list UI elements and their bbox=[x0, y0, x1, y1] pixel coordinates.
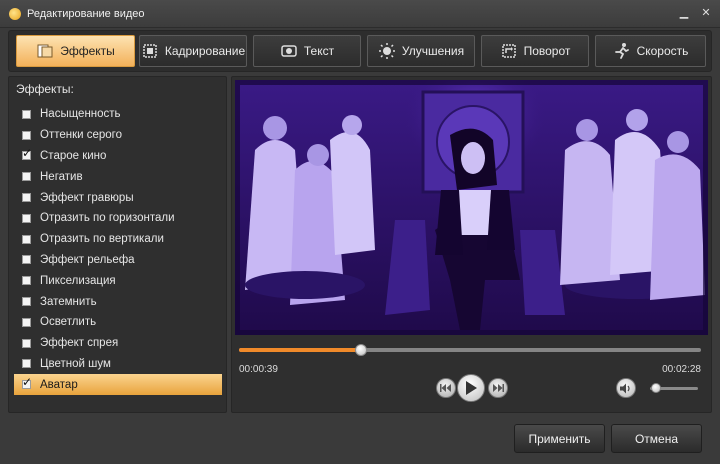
tab-text[interactable]: Текст bbox=[253, 35, 361, 67]
timeline-progress bbox=[239, 348, 362, 352]
effect-checkbox[interactable] bbox=[22, 297, 31, 307]
effects-panel: Эффекты: Насыщенность Оттенки серого Старо… bbox=[8, 76, 227, 413]
effect-label: Затемнить bbox=[40, 295, 97, 308]
timeline-slider[interactable] bbox=[239, 344, 701, 356]
window-title: Редактирование видео bbox=[27, 8, 145, 20]
tab-label: Кадрирование bbox=[164, 44, 246, 58]
effect-item[interactable]: Аватар bbox=[14, 374, 222, 396]
effect-checkbox[interactable] bbox=[22, 130, 31, 140]
rotate-icon bbox=[501, 44, 516, 58]
total-time: 00:02:28 bbox=[662, 364, 701, 375]
effect-item[interactable]: Затемнить bbox=[14, 291, 222, 312]
effects-list: Насыщенность Оттенки серого Старое кино Нег… bbox=[14, 104, 222, 396]
timeline-handle[interactable] bbox=[355, 344, 368, 356]
rewind-icon bbox=[440, 384, 451, 392]
effect-label: Эффект гравюры bbox=[40, 191, 134, 204]
cancel-button[interactable]: Отмена bbox=[611, 424, 702, 453]
effect-item[interactable]: Отразить по горизонтали bbox=[14, 208, 222, 229]
tab-label: Эффекты bbox=[60, 44, 115, 58]
effect-label: Цветной шум bbox=[40, 357, 111, 370]
speaker-icon bbox=[620, 383, 630, 393]
effect-label: Отразить по вертикали bbox=[40, 233, 164, 246]
effect-checkbox[interactable] bbox=[22, 359, 31, 369]
effect-item[interactable]: Эффект гравюры bbox=[14, 187, 222, 208]
effect-checkbox[interactable] bbox=[22, 109, 31, 119]
effect-checkbox[interactable] bbox=[22, 338, 31, 348]
video-preview bbox=[235, 80, 708, 335]
next-button[interactable] bbox=[488, 378, 508, 398]
tab-label: Скорость bbox=[636, 44, 689, 58]
editor-tabs: Эффекты Кадрирование Текст Улучшения Пов… bbox=[8, 30, 712, 72]
effect-item[interactable]: Оттенки серого bbox=[14, 125, 222, 146]
effects-icon bbox=[37, 44, 53, 58]
tab-crop[interactable]: Кадрирование bbox=[139, 35, 247, 67]
close-button[interactable]: ✕ bbox=[699, 6, 713, 20]
effect-label: Эффект спрея bbox=[40, 337, 119, 350]
enhance-icon bbox=[378, 43, 395, 59]
title-bar: Редактирование видео ▁ ✕ bbox=[0, 0, 720, 28]
effect-checkbox[interactable] bbox=[22, 255, 31, 265]
speed-icon bbox=[614, 43, 629, 59]
effect-checkbox[interactable] bbox=[22, 234, 31, 244]
effect-checkbox[interactable] bbox=[22, 172, 31, 182]
minimize-button[interactable]: ▁ bbox=[677, 6, 691, 20]
crop-icon bbox=[143, 44, 157, 58]
effect-checkbox[interactable] bbox=[22, 276, 31, 286]
effect-item[interactable]: Старое кино bbox=[14, 146, 222, 167]
effect-label: Эффект рельефа bbox=[40, 253, 135, 266]
app-icon bbox=[9, 8, 21, 20]
effect-label: Аватар bbox=[40, 378, 78, 391]
effect-label: Негатив bbox=[40, 170, 83, 183]
effect-item[interactable]: Эффект рельефа bbox=[14, 250, 222, 271]
volume-slider[interactable] bbox=[650, 383, 698, 393]
preview-panel: 00:00:39 00:02:28 bbox=[231, 76, 712, 413]
effect-label: Отразить по горизонтали bbox=[40, 212, 175, 225]
apply-button[interactable]: Применить bbox=[514, 424, 605, 453]
video-frame-image bbox=[235, 80, 708, 335]
fast-forward-icon bbox=[493, 384, 504, 392]
effect-checkbox[interactable] bbox=[22, 146, 32, 161]
effect-item[interactable]: Негатив bbox=[14, 166, 222, 187]
play-button[interactable] bbox=[457, 374, 485, 402]
effect-label: Старое кино bbox=[40, 149, 107, 162]
volume-button[interactable] bbox=[616, 378, 636, 398]
effect-label: Насыщенность bbox=[40, 108, 121, 121]
effects-header: Эффекты: bbox=[16, 82, 74, 96]
previous-button[interactable] bbox=[436, 378, 456, 398]
tab-label: Текст bbox=[303, 44, 335, 58]
effect-checkbox[interactable] bbox=[22, 317, 31, 327]
effect-item[interactable]: Эффект спрея bbox=[14, 333, 222, 354]
tab-label: Поворот bbox=[523, 44, 571, 58]
current-time: 00:00:39 bbox=[239, 364, 278, 375]
effect-checkbox[interactable] bbox=[22, 193, 31, 203]
effect-label: Осветлить bbox=[40, 316, 97, 329]
tab-enhance[interactable]: Улучшения bbox=[367, 35, 475, 67]
tab-speed[interactable]: Скорость bbox=[595, 35, 706, 67]
play-icon bbox=[466, 381, 477, 395]
effect-item[interactable]: Цветной шум bbox=[14, 354, 222, 375]
tab-label: Улучшения bbox=[401, 44, 465, 58]
effect-item[interactable]: Насыщенность bbox=[14, 104, 222, 125]
effect-item[interactable]: Пикселизация bbox=[14, 270, 222, 291]
effect-checkbox[interactable] bbox=[22, 375, 32, 390]
volume-handle[interactable] bbox=[650, 383, 661, 393]
effect-item[interactable]: Отразить по вертикали bbox=[14, 229, 222, 250]
text-icon bbox=[281, 45, 297, 57]
effect-item[interactable]: Осветлить bbox=[14, 312, 222, 333]
effect-label: Пикселизация bbox=[40, 274, 116, 287]
effect-label: Оттенки серого bbox=[40, 129, 123, 142]
effect-checkbox[interactable] bbox=[22, 213, 31, 223]
tab-effects[interactable]: Эффекты bbox=[16, 35, 135, 67]
tab-rotate[interactable]: Поворот bbox=[481, 35, 589, 67]
